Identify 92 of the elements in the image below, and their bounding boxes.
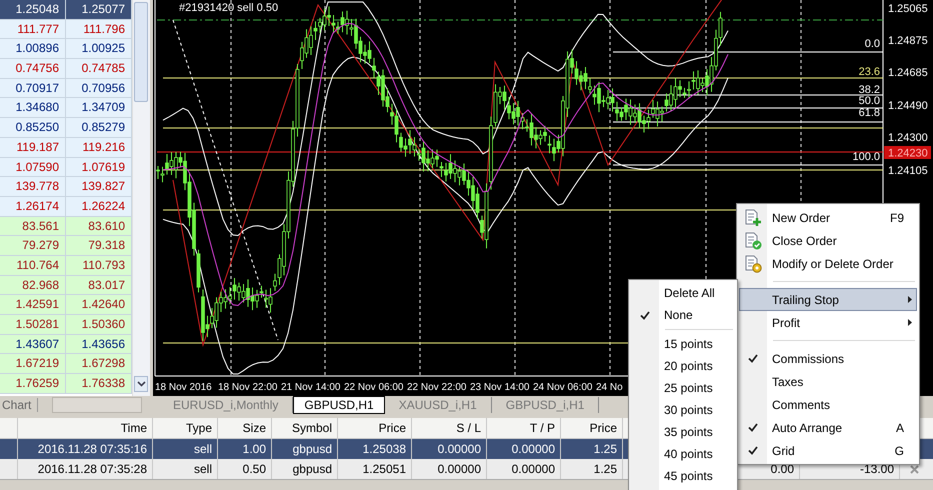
column-header[interactable]: Price (338, 418, 412, 438)
menu-item[interactable]: Auto Arrange A (739, 416, 917, 439)
document-plus-icon (744, 208, 762, 226)
time-axis-label: 22 Nov 22:00 (407, 382, 466, 393)
price-axis-label: 1.24490 (888, 100, 928, 112)
fib-level-label: 38.2 (858, 84, 880, 96)
bid-price: 1.00896 (0, 39, 66, 58)
document-gear-icon (744, 254, 762, 272)
table-cell: 0.00 (770, 462, 794, 476)
quote-row[interactable]: 1.25048 1.25077 (0, 0, 132, 20)
quote-row[interactable]: 111.777 111.796 (0, 20, 132, 40)
quote-row[interactable]: 1.34680 1.34709 (0, 98, 132, 118)
menu-item[interactable]: 15 points (631, 333, 735, 355)
quote-row[interactable]: 1.43607 1.43656 (0, 334, 132, 354)
bid-price: 1.34680 (0, 98, 66, 118)
bid-price: 1.42591 (0, 295, 66, 314)
bid-price: 139.778 (0, 177, 66, 196)
menu-item[interactable]: Delete All (631, 282, 735, 304)
bid-price: 1.26174 (0, 196, 66, 216)
quote-row[interactable]: 83.561 83.610 (0, 216, 132, 236)
time-axis-label: 18 Nov 22:00 (218, 382, 278, 393)
current-price-label: 1.24230 (884, 146, 931, 160)
quote-row[interactable]: 82.968 83.017 (0, 276, 132, 296)
time-axis-label: 23 Nov 14:00 (470, 382, 530, 393)
scrollbar-thumb[interactable] (134, 2, 148, 102)
scrollbar[interactable] (132, 0, 150, 396)
column-header[interactable]: Size (218, 418, 272, 438)
menu-item[interactable]: Modify or Delete Order (739, 252, 917, 275)
column-header[interactable]: Symbol (272, 418, 338, 438)
price-axis-label: 1.24685 (888, 67, 928, 79)
scroll-down-button[interactable] (134, 376, 148, 392)
column-header[interactable]: T / P (487, 418, 561, 438)
quote-row[interactable]: 1.76259 1.76338 (0, 374, 132, 394)
time-axis-label: 24 No (596, 382, 623, 393)
column-header[interactable]: S / L (412, 418, 487, 438)
price-axis-label: 1.25065 (888, 3, 928, 15)
quote-row[interactable]: 1.42591 1.42640 (0, 295, 132, 315)
price-axis-label: 1.24105 (888, 165, 928, 177)
menu-item[interactable]: Comments (739, 393, 917, 416)
menu-item[interactable]: 20 points (631, 355, 735, 377)
bid-price: 119.187 (0, 138, 66, 157)
time-axis-label: 18 Nov 2016 (155, 382, 212, 393)
bid-price: 1.50281 (0, 315, 66, 334)
chart-tab-label[interactable]: Chart (0, 398, 38, 412)
price-axis-label: 1.24875 (888, 35, 928, 47)
close-icon[interactable] (910, 464, 918, 474)
menu-item[interactable]: None (631, 304, 735, 326)
document-check-icon (744, 232, 762, 250)
price-axis-label: 1.24300 (888, 132, 928, 144)
fib-level-label: 0.0 (864, 38, 880, 50)
time-axis-label: 24 Nov 06:00 (533, 382, 592, 393)
quote-row[interactable]: 0.74756 0.74785 (0, 59, 132, 79)
quote-row[interactable]: 1.26174 1.26224 (0, 196, 132, 217)
time-axis-label: 21 Nov 14:00 (281, 382, 340, 393)
bid-price: 0.85250 (0, 118, 66, 138)
bid-price: 79.279 (0, 236, 66, 256)
fib-level-label: 50.0 (858, 95, 880, 107)
menu-item[interactable]: Profit (739, 311, 917, 334)
quote-row[interactable]: 1.00896 1.00925 (0, 39, 132, 60)
bid-price: 0.74756 (0, 59, 66, 78)
order-label: #21931420 sell 0.50 (179, 2, 278, 14)
menu-item[interactable]: Trailing Stop (739, 288, 917, 311)
menu-item[interactable]: Close Order (739, 229, 917, 252)
quote-row[interactable]: 0.85250 0.85279 (0, 118, 132, 138)
quote-row[interactable]: 79.279 79.318 (0, 236, 132, 256)
column-header[interactable]: Type (153, 418, 218, 438)
column-header[interactable]: Time (18, 418, 153, 438)
fib-level-label: 61.8 (858, 107, 880, 119)
quote-row[interactable]: 1.67219 1.67298 (0, 354, 132, 374)
quote-row[interactable]: 110.764 110.793 (0, 256, 132, 276)
bid-price: 1.67219 (0, 354, 66, 374)
quote-row[interactable]: 1.07590 1.07619 (0, 158, 132, 178)
menu-item[interactable]: Grid G (739, 439, 917, 462)
menu-item[interactable]: Commissions (739, 347, 917, 370)
bid-price: 1.76259 (0, 374, 66, 394)
column-header[interactable]: Price (561, 418, 623, 438)
fib-level-label: 100.0 (852, 151, 880, 163)
menu-item[interactable]: New Order F9 (739, 206, 917, 229)
quote-row[interactable]: 139.778 139.827 (0, 177, 132, 197)
quote-row[interactable]: 0.70917 0.70956 (0, 78, 132, 98)
chevron-down-icon (136, 381, 146, 387)
menu-item[interactable]: Taxes (739, 370, 917, 393)
time-axis-label: 22 Nov 06:00 (344, 382, 404, 393)
bid-price: 1.25048 (0, 0, 66, 19)
table-cell: -13.00 (860, 462, 894, 476)
chart-tab[interactable]: GBPUSD,H1 (293, 396, 385, 414)
fib-level-label: 23.6 (858, 66, 880, 78)
menu-item[interactable]: 30 points (631, 399, 735, 421)
quote-row[interactable]: 119.187 119.216 (0, 138, 132, 158)
quote-row[interactable]: 1.50281 1.50360 (0, 315, 132, 335)
bid-price: 110.764 (0, 256, 66, 275)
menu-item[interactable]: 25 points (631, 377, 735, 399)
